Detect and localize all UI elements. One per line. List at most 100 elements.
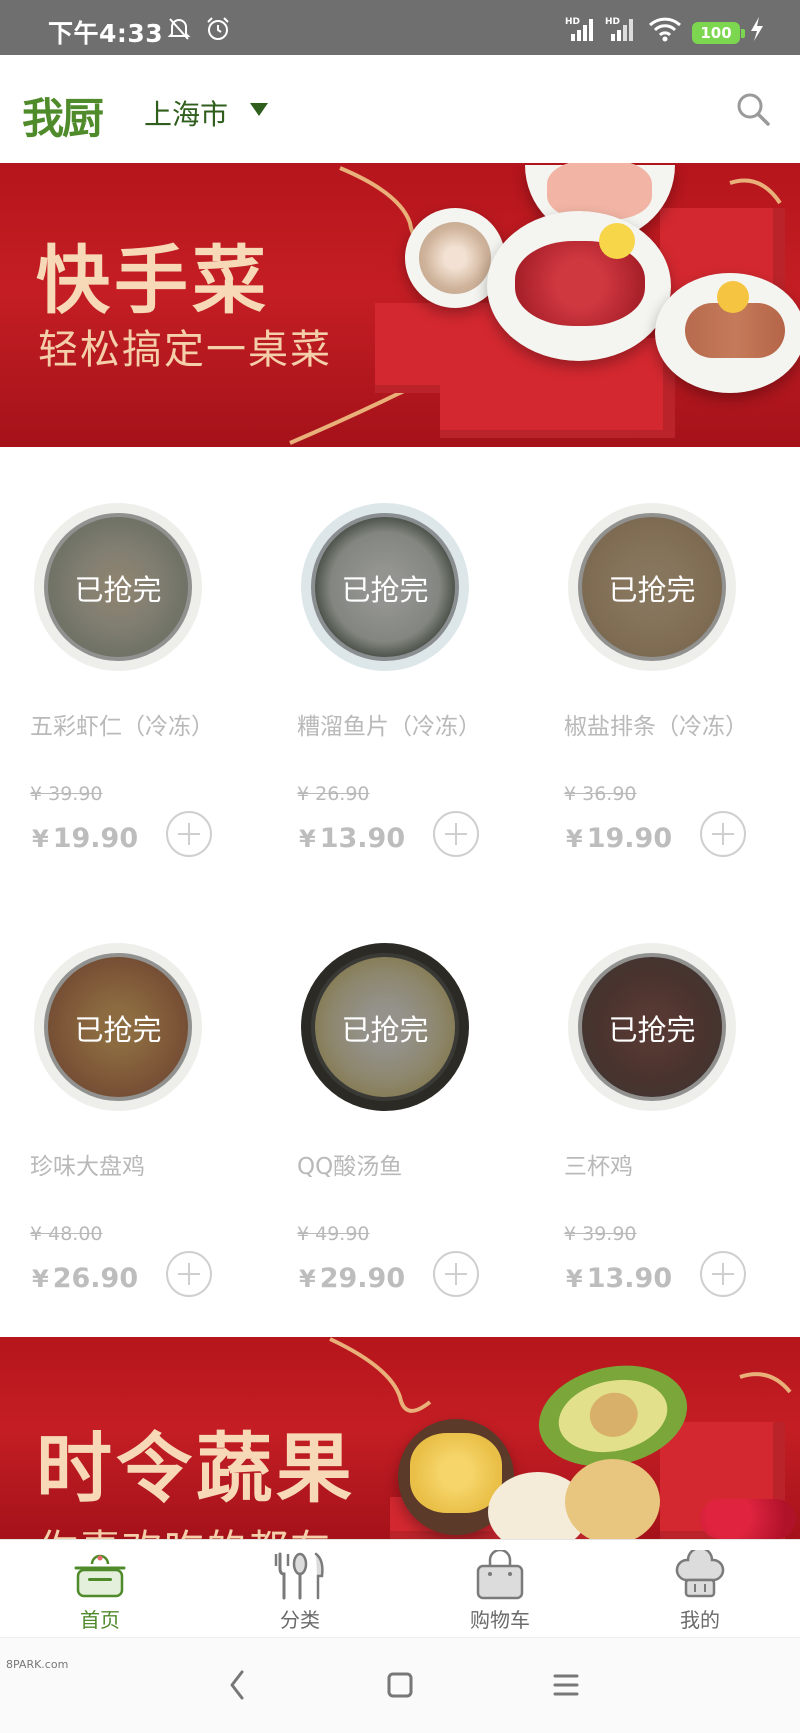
price-value: 13.90 xyxy=(319,823,406,854)
sale-price: ¥13.90 xyxy=(566,1263,672,1294)
sold-out-overlay: 已抢完 xyxy=(568,503,736,671)
sold-out-overlay: 已抢完 xyxy=(34,943,202,1111)
alarm-icon xyxy=(207,17,229,40)
utensils-icon xyxy=(274,1552,324,1600)
sale-price: ¥13.90 xyxy=(299,823,405,854)
pear-image xyxy=(565,1459,660,1539)
plate-image xyxy=(655,273,800,393)
mute-bell-icon xyxy=(167,18,191,40)
product-name[interactable]: 糟溜鱼片（冷冻） xyxy=(297,707,481,741)
cooking-pot-icon xyxy=(74,1554,126,1598)
product-name[interactable]: 三杯鸡 xyxy=(564,1147,633,1181)
sale-price: ¥29.90 xyxy=(299,1263,405,1294)
status-time: 下午4:33 xyxy=(48,19,164,48)
system-nav-bar xyxy=(0,1637,800,1733)
status-bar: 下午4:33 HD HD 100 xyxy=(0,0,800,55)
sold-out-overlay: 已抢完 xyxy=(301,943,469,1111)
sale-price: ¥19.90 xyxy=(566,823,672,854)
currency-symbol: ¥ xyxy=(32,825,49,853)
chef-hat-icon xyxy=(675,1550,725,1598)
app-header: 我厨 上海市 xyxy=(0,55,800,163)
sold-out-label: 已抢完 xyxy=(341,573,429,607)
banner-subtitle: 轻松搞定一桌菜 xyxy=(38,327,332,373)
bottom-tab-bar: 首页 分类 购物车 我的 xyxy=(0,1539,800,1637)
tab-label: 首页 xyxy=(80,1608,120,1632)
charging-icon xyxy=(751,17,763,41)
banner-title: 时令蔬果 xyxy=(36,1424,356,1513)
city-selector[interactable]: 上海市 xyxy=(144,93,228,133)
shopping-bag-icon xyxy=(476,1550,524,1600)
product-name[interactable]: 五彩虾仁（冷冻） xyxy=(30,707,214,741)
add-to-cart-button[interactable] xyxy=(433,811,479,857)
add-to-cart-button[interactable] xyxy=(700,811,746,857)
currency-symbol: ¥ xyxy=(566,825,583,853)
add-to-cart-button[interactable] xyxy=(700,1251,746,1297)
banner-subtitle: 你喜欢吃的都在 xyxy=(38,1517,332,1539)
original-price: ¥ 39.90 xyxy=(564,1223,637,1245)
banner-title: 快手菜 xyxy=(36,238,270,324)
sold-out-label: 已抢完 xyxy=(341,1013,429,1047)
product-card[interactable]: 已抢完 五彩虾仁（冷冻） ¥ 39.90 ¥19.90 xyxy=(0,447,267,887)
product-grid: 已抢完 五彩虾仁（冷冻） ¥ 39.90 ¥19.90 已抢完 糟溜鱼片（冷冻）… xyxy=(0,447,800,1337)
original-price: ¥ 48.00 xyxy=(30,1223,103,1245)
menu-icon[interactable] xyxy=(552,1668,580,1702)
product-name[interactable]: 椒盐排条（冷冻） xyxy=(564,707,748,741)
product-card[interactable]: 已抢完 三杯鸡 ¥ 39.90 ¥13.90 xyxy=(534,887,800,1327)
tab-label: 购物车 xyxy=(470,1608,530,1632)
price-value: 19.90 xyxy=(52,823,139,854)
wifi-icon xyxy=(648,17,682,42)
product-card[interactable]: 已抢完 糟溜鱼片（冷冻） ¥ 26.90 ¥13.90 xyxy=(267,447,534,887)
battery-icon: 100 xyxy=(692,22,740,44)
currency-symbol: ¥ xyxy=(299,1265,316,1293)
sold-out-overlay: 已抢完 xyxy=(568,943,736,1111)
svg-text:HD: HD xyxy=(605,17,620,27)
sale-price: ¥19.90 xyxy=(32,823,138,854)
product-card[interactable]: 已抢完 珍味大盘鸡 ¥ 48.00 ¥26.90 xyxy=(0,887,267,1327)
promo-banner-quick-dishes[interactable]: 快手菜 轻松搞定一桌菜 xyxy=(0,163,800,447)
price-value: 29.90 xyxy=(319,1263,406,1294)
add-to-cart-button[interactable] xyxy=(166,811,212,857)
search-icon[interactable] xyxy=(735,91,771,127)
sold-out-label: 已抢完 xyxy=(608,1013,696,1047)
original-price: ¥ 26.90 xyxy=(297,783,370,805)
product-card[interactable]: 已抢完 QQ酸汤鱼 ¥ 49.90 ¥29.90 xyxy=(267,887,534,1327)
hd-signal-icon: HD xyxy=(605,17,633,41)
app-logo[interactable]: 我厨 xyxy=(22,85,104,146)
plate-image xyxy=(487,211,671,361)
hd-signal-icon: HD xyxy=(565,17,593,41)
sold-out-overlay: 已抢完 xyxy=(301,503,469,671)
battery-tip xyxy=(741,29,745,38)
tab-cart[interactable]: 购物车 xyxy=(400,1540,600,1638)
cherries-image xyxy=(700,1499,796,1539)
dropdown-caret-icon[interactable] xyxy=(250,103,268,116)
currency-symbol: ¥ xyxy=(566,1265,583,1293)
currency-symbol: ¥ xyxy=(299,825,316,853)
back-icon[interactable] xyxy=(226,1668,248,1702)
sold-out-label: 已抢完 xyxy=(608,573,696,607)
product-card[interactable]: 已抢完 椒盐排条（冷冻） ¥ 36.90 ¥19.90 xyxy=(534,447,800,887)
add-to-cart-button[interactable] xyxy=(166,1251,212,1297)
price-value: 13.90 xyxy=(586,1263,673,1294)
original-price: ¥ 49.90 xyxy=(297,1223,370,1245)
promo-banner-seasonal-produce[interactable]: 时令蔬果 你喜欢吃的都在 xyxy=(0,1337,800,1539)
add-to-cart-button[interactable] xyxy=(433,1251,479,1297)
sold-out-overlay: 已抢完 xyxy=(34,503,202,671)
product-name[interactable]: 珍味大盘鸡 xyxy=(30,1147,145,1181)
original-price: ¥ 39.90 xyxy=(30,783,103,805)
original-price: ¥ 36.90 xyxy=(564,783,637,805)
tab-home[interactable]: 首页 xyxy=(0,1540,200,1638)
sold-out-label: 已抢完 xyxy=(74,573,162,607)
sale-price: ¥26.90 xyxy=(32,1263,138,1294)
watermark: 8PARK.com xyxy=(6,1658,69,1671)
product-name[interactable]: QQ酸汤鱼 xyxy=(297,1147,402,1181)
currency-symbol: ¥ xyxy=(32,1265,49,1293)
sold-out-label: 已抢完 xyxy=(74,1013,162,1047)
price-value: 19.90 xyxy=(586,823,673,854)
home-icon[interactable] xyxy=(386,1668,414,1702)
tab-profile[interactable]: 我的 xyxy=(600,1540,800,1638)
price-value: 26.90 xyxy=(52,1263,139,1294)
tab-label: 分类 xyxy=(280,1608,320,1632)
tab-categories[interactable]: 分类 xyxy=(200,1540,400,1638)
tab-label: 我的 xyxy=(680,1608,720,1632)
svg-text:HD: HD xyxy=(565,17,580,27)
